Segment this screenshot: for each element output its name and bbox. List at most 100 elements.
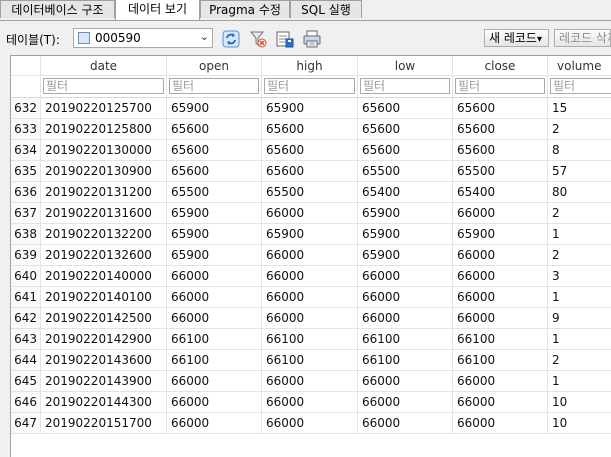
cell-close[interactable]: 66000 xyxy=(453,413,548,434)
cell-close[interactable]: 66000 xyxy=(453,308,548,329)
table-row[interactable]: 644 20190220143600 66100 66100 66100 661… xyxy=(11,350,611,371)
cell-date[interactable]: 20190220125700 xyxy=(41,98,167,119)
cell-volume[interactable]: 57 xyxy=(548,161,611,182)
cell-volume[interactable]: 3 xyxy=(548,266,611,287)
cell-high[interactable]: 66000 xyxy=(262,392,358,413)
print-button[interactable] xyxy=(300,27,322,49)
column-header-low[interactable]: low xyxy=(358,56,453,76)
cell-volume[interactable]: 2 xyxy=(548,203,611,224)
cell-volume[interactable]: 1 xyxy=(548,224,611,245)
cell-high[interactable]: 65600 xyxy=(262,119,358,140)
cell-volume[interactable]: 15 xyxy=(548,98,611,119)
tab-execute-sql[interactable]: SQL 실행 xyxy=(290,0,362,18)
new-record-button[interactable]: 새 레코드▾ xyxy=(484,29,549,47)
cell-low[interactable]: 65900 xyxy=(358,203,453,224)
cell-date[interactable]: 20190220132600 xyxy=(41,245,167,266)
cell-open[interactable]: 65600 xyxy=(167,161,262,182)
cell-close[interactable]: 66100 xyxy=(453,329,548,350)
cell-volume[interactable]: 1 xyxy=(548,371,611,392)
cell-date[interactable]: 20190220140000 xyxy=(41,266,167,287)
tab-edit-pragmas[interactable]: Pragma 수정 xyxy=(200,0,290,18)
cell-open[interactable]: 65900 xyxy=(167,245,262,266)
cell-date[interactable]: 20190220143900 xyxy=(41,371,167,392)
cell-low[interactable]: 65500 xyxy=(358,161,453,182)
table-select[interactable]: 000590 ⌄ xyxy=(73,28,213,48)
cell-open[interactable]: 66000 xyxy=(167,308,262,329)
cell-volume[interactable]: 2 xyxy=(548,119,611,140)
column-header-open[interactable]: open xyxy=(167,56,262,76)
cell-open[interactable]: 65500 xyxy=(167,182,262,203)
cell-date[interactable]: 20190220140100 xyxy=(41,287,167,308)
cell-close[interactable]: 66100 xyxy=(453,350,548,371)
column-header-close[interactable]: close xyxy=(453,56,548,76)
cell-low[interactable]: 65900 xyxy=(358,224,453,245)
table-row[interactable]: 646 20190220144300 66000 66000 66000 660… xyxy=(11,392,611,413)
cell-date[interactable]: 20190220131200 xyxy=(41,182,167,203)
cell-date[interactable]: 20190220142900 xyxy=(41,329,167,350)
cell-open[interactable]: 66000 xyxy=(167,266,262,287)
filter-input-open[interactable]: 필터 xyxy=(169,78,259,94)
clear-filters-button[interactable] xyxy=(246,27,268,49)
cell-open[interactable]: 66000 xyxy=(167,392,262,413)
cell-close[interactable]: 66000 xyxy=(453,371,548,392)
cell-close[interactable]: 66000 xyxy=(453,245,548,266)
save-table-button[interactable] xyxy=(273,27,295,49)
table-row[interactable]: 637 20190220131600 65900 66000 65900 660… xyxy=(11,203,611,224)
cell-volume[interactable]: 10 xyxy=(548,392,611,413)
cell-low[interactable]: 65900 xyxy=(358,245,453,266)
cell-date[interactable]: 20190220130000 xyxy=(41,140,167,161)
cell-low[interactable]: 65600 xyxy=(358,119,453,140)
table-row[interactable]: 634 20190220130000 65600 65600 65600 656… xyxy=(11,140,611,161)
cell-high[interactable]: 66000 xyxy=(262,371,358,392)
cell-close[interactable]: 66000 xyxy=(453,203,548,224)
cell-volume[interactable]: 10 xyxy=(548,413,611,434)
table-row[interactable]: 633 20190220125800 65600 65600 65600 656… xyxy=(11,119,611,140)
cell-low[interactable]: 66000 xyxy=(358,371,453,392)
cell-volume[interactable]: 9 xyxy=(548,308,611,329)
cell-high[interactable]: 66000 xyxy=(262,203,358,224)
filter-input-date[interactable]: 필터 xyxy=(43,78,164,94)
cell-date[interactable]: 20190220151700 xyxy=(41,413,167,434)
cell-low[interactable]: 66100 xyxy=(358,329,453,350)
table-row[interactable]: 645 20190220143900 66000 66000 66000 660… xyxy=(11,371,611,392)
cell-volume[interactable]: 1 xyxy=(548,287,611,308)
cell-open[interactable]: 66100 xyxy=(167,350,262,371)
cell-date[interactable]: 20190220130900 xyxy=(41,161,167,182)
cell-volume[interactable]: 2 xyxy=(548,350,611,371)
cell-open[interactable]: 66000 xyxy=(167,413,262,434)
data-grid[interactable]: date open high low close volume 필터 필터 필터… xyxy=(10,55,611,457)
cell-open[interactable]: 66000 xyxy=(167,287,262,308)
cell-high[interactable]: 66100 xyxy=(262,350,358,371)
cell-volume[interactable]: 2 xyxy=(548,245,611,266)
cell-open[interactable]: 65900 xyxy=(167,224,262,245)
cell-close[interactable]: 65600 xyxy=(453,140,548,161)
cell-high[interactable]: 66000 xyxy=(262,266,358,287)
cell-open[interactable]: 65900 xyxy=(167,98,262,119)
column-header-date[interactable]: date xyxy=(41,56,167,76)
cell-low[interactable]: 66000 xyxy=(358,287,453,308)
cell-volume[interactable]: 80 xyxy=(548,182,611,203)
tab-database-structure[interactable]: 데이터베이스 구조 xyxy=(0,0,115,18)
cell-high[interactable]: 65900 xyxy=(262,98,358,119)
cell-open[interactable]: 65600 xyxy=(167,140,262,161)
table-row[interactable]: 641 20190220140100 66000 66000 66000 660… xyxy=(11,287,611,308)
cell-low[interactable]: 65600 xyxy=(358,140,453,161)
cell-high[interactable]: 66000 xyxy=(262,308,358,329)
cell-date[interactable]: 20190220142500 xyxy=(41,308,167,329)
cell-close[interactable]: 65500 xyxy=(453,161,548,182)
cell-high[interactable]: 66000 xyxy=(262,245,358,266)
cell-close[interactable]: 65400 xyxy=(453,182,548,203)
cell-low[interactable]: 66000 xyxy=(358,266,453,287)
cell-open[interactable]: 66100 xyxy=(167,329,262,350)
table-row[interactable]: 642 20190220142500 66000 66000 66000 660… xyxy=(11,308,611,329)
cell-high[interactable]: 66000 xyxy=(262,413,358,434)
cell-volume[interactable]: 1 xyxy=(548,329,611,350)
table-row[interactable]: 636 20190220131200 65500 65500 65400 654… xyxy=(11,182,611,203)
cell-close[interactable]: 66000 xyxy=(453,266,548,287)
table-row[interactable]: 643 20190220142900 66100 66100 66100 661… xyxy=(11,329,611,350)
filter-input-close[interactable]: 필터 xyxy=(455,78,545,94)
cell-date[interactable]: 20190220144300 xyxy=(41,392,167,413)
filter-input-high[interactable]: 필터 xyxy=(264,78,355,94)
cell-date[interactable]: 20190220131600 xyxy=(41,203,167,224)
cell-open[interactable]: 66000 xyxy=(167,371,262,392)
